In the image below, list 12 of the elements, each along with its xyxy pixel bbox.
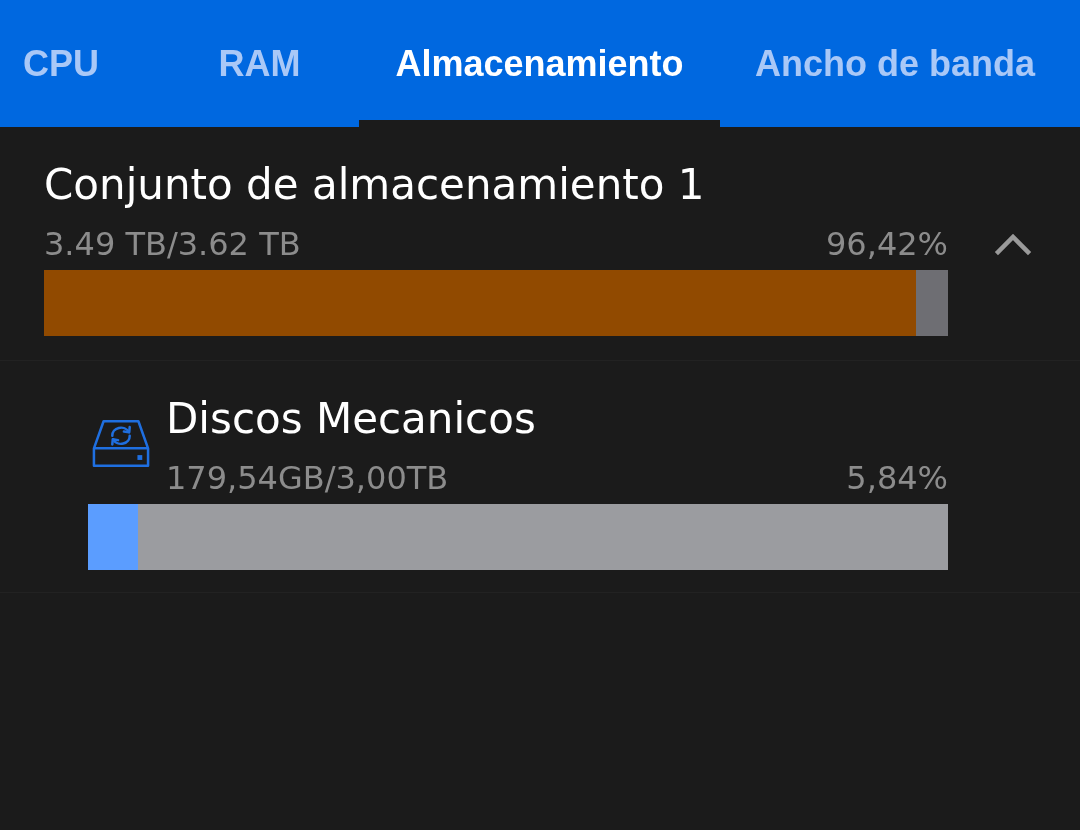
- hard-drive-sync-icon: [92, 419, 150, 468]
- tab[interactable]: Almacenamiento: [359, 0, 720, 127]
- percent-text: 96,42%: [826, 224, 948, 265]
- usage-text: 3.49 TB/3.62 TB: [44, 224, 301, 265]
- tab[interactable]: Ancho de banda: [720, 0, 1080, 127]
- tab[interactable]: RAM: [160, 0, 359, 127]
- disk-title: Discos Mecanicos: [166, 393, 537, 445]
- tab[interactable]: CPU: [0, 0, 160, 127]
- chevron-up-icon[interactable]: [993, 232, 1033, 256]
- percent-text: 5,84%: [846, 458, 948, 499]
- pool-title: Conjunto de almacenamiento 1: [44, 159, 706, 211]
- usage-text: 179,54GB/3,00TB: [166, 458, 449, 499]
